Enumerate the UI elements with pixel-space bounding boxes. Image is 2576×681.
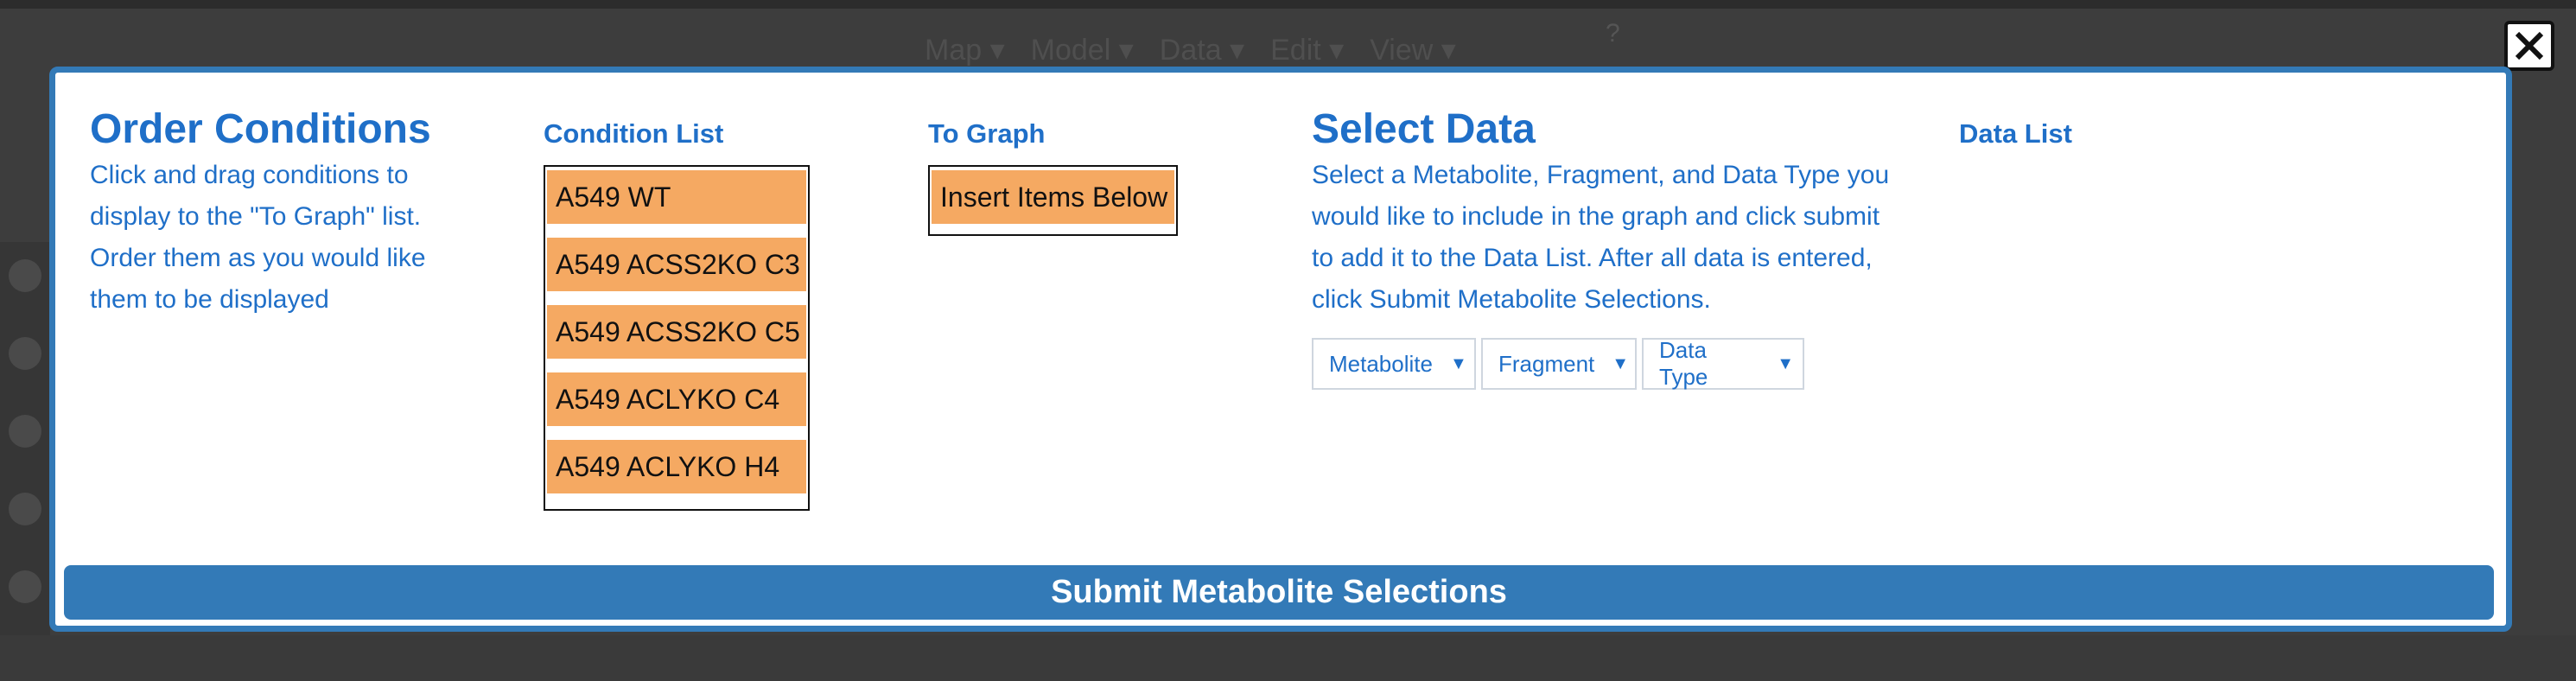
close-icon [2515, 31, 2544, 60]
background-topbar [0, 0, 2576, 9]
condition-list[interactable]: A549 WT A549 ACSS2KO C3 A549 ACSS2KO C5 … [544, 165, 810, 511]
data-list-title: Data List [1959, 118, 2072, 149]
select-data-description: Select a Metabolite, Fragment, and Data … [1312, 160, 1890, 314]
background-help-icon: ? [1606, 19, 1620, 48]
background-menu-view: View ▾ [1370, 34, 1456, 67]
to-graph-title: To Graph [928, 118, 1046, 149]
metabolite-select-value: Metabolite [1329, 350, 1433, 377]
menu-label: Edit [1270, 34, 1321, 67]
move-icon [9, 493, 41, 525]
zoom-in-icon [9, 259, 41, 292]
paint-icon [9, 570, 41, 603]
condition-list-section: Condition List [544, 107, 723, 149]
menu-label: Model [1030, 34, 1111, 67]
to-graph-list[interactable]: Insert Items Below [928, 165, 1178, 236]
zoom-out-icon [9, 337, 41, 370]
data-list-section: Data List [1959, 107, 2072, 149]
menu-label: Map [925, 34, 983, 67]
data-type-select[interactable]: Data Type ▼ [1642, 337, 1804, 390]
fit-icon [9, 415, 41, 448]
chevron-down-icon: ▼ [1777, 353, 1794, 373]
background-sidebar [0, 242, 50, 681]
condition-item[interactable]: A549 ACLYKO H4 [547, 440, 806, 493]
select-data-section: Select Data Select a Metabolite, Fragmen… [1312, 106, 1899, 321]
background-menu-edit: Edit ▾ [1270, 34, 1345, 67]
background-menu-map: Map ▾ [925, 34, 1005, 67]
order-conditions-title: Order Conditions [90, 106, 431, 152]
condition-item[interactable]: A549 ACSS2KO C3 [547, 238, 806, 291]
order-conditions-section: Order Conditions Click and drag conditio… [90, 106, 487, 321]
submit-metabolite-selections-button[interactable]: Submit Metabolite Selections [64, 565, 2494, 620]
background-menu-data: Data ▾ [1159, 34, 1245, 67]
chevron-down-icon: ▼ [1612, 353, 1630, 373]
menu-label: View [1370, 34, 1434, 67]
metabolite-selection-modal: Order Conditions Click and drag conditio… [49, 67, 2512, 632]
close-button[interactable] [2504, 21, 2554, 71]
condition-item[interactable]: A549 ACSS2KO C5 [547, 305, 806, 359]
condition-list-title: Condition List [544, 118, 724, 149]
background-bottom-area [0, 635, 2576, 681]
select-data-title: Select Data [1312, 106, 1536, 152]
condition-item[interactable]: A549 WT [547, 170, 806, 224]
chevron-down-icon: ▼ [1449, 353, 1467, 373]
select-data-dropdowns: Metabolite ▼ Fragment ▼ Data Type ▼ [1312, 337, 1804, 390]
fragment-select[interactable]: Fragment ▼ [1481, 338, 1637, 390]
background-menu-model: Model ▾ [1030, 34, 1134, 67]
insert-items-placeholder[interactable]: Insert Items Below [932, 170, 1174, 224]
data-type-select-value: Data Type [1659, 337, 1708, 390]
metabolite-select[interactable]: Metabolite ▼ [1312, 338, 1476, 390]
menu-label: Data [1159, 34, 1222, 67]
to-graph-section: To Graph [928, 107, 1045, 149]
order-conditions-description: Click and drag conditions to display to … [90, 160, 426, 314]
fragment-select-value: Fragment [1498, 350, 1595, 377]
condition-item[interactable]: A549 ACLYKO C4 [547, 372, 806, 426]
